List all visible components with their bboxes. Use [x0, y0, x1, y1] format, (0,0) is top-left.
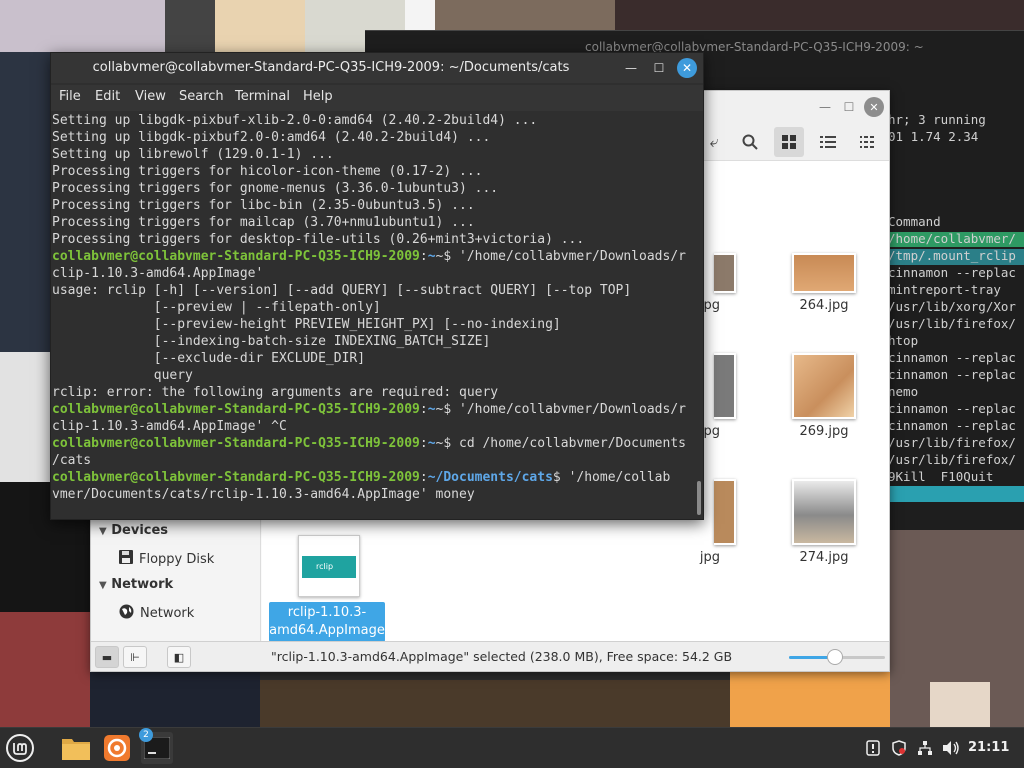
- terminal-output[interactable]: Setting up libgdk-pixbuf-xlib-2.0-0:amd6…: [51, 111, 691, 519]
- sidebar-section-network[interactable]: ▼ Network: [99, 577, 173, 592]
- minimize-icon[interactable]: —: [621, 58, 641, 78]
- terminal-titlebar[interactable]: collabvmer@collabvmer-Standard-PC-Q35-IC…: [51, 53, 703, 83]
- sidebar-item-label: Floppy Disk: [139, 551, 215, 567]
- shield-icon[interactable]: [891, 740, 907, 759]
- file-label[interactable]: jpg: [660, 550, 720, 565]
- menu-logo-icon[interactable]: [4, 732, 36, 764]
- close-icon[interactable]: ✕: [864, 97, 884, 117]
- hide-sidebar-icon[interactable]: ◧: [167, 646, 191, 668]
- rclip-logo-icon: rclip: [302, 556, 356, 578]
- list-view-icon[interactable]: [813, 127, 843, 157]
- file-label-line: amd64.AppImage: [269, 623, 385, 638]
- file-label[interactable]: 274.jpg: [774, 550, 874, 565]
- maximize-icon[interactable]: ☐: [649, 58, 669, 78]
- sidebar-section-label: Network: [111, 577, 174, 592]
- minimize-icon[interactable]: —: [815, 97, 835, 117]
- image-thumbnail[interactable]: [714, 353, 736, 419]
- volume-icon[interactable]: [942, 740, 960, 759]
- wallpaper-tile: [930, 682, 990, 727]
- terminal-app-icon[interactable]: 2: [139, 728, 173, 764]
- show-places-icon[interactable]: ▬: [95, 646, 119, 668]
- chevron-down-icon: ▼: [99, 580, 107, 591]
- menu-help[interactable]: Help: [303, 89, 333, 104]
- wallpaper-tile: [435, 0, 615, 32]
- terminal-menubar: File Edit View Search Terminal Help: [51, 85, 703, 111]
- menu-terminal[interactable]: Terminal: [235, 89, 290, 104]
- appimage-file-icon[interactable]: rclip: [298, 535, 360, 597]
- sidebar-item-label: Network: [140, 606, 195, 621]
- status-text: "rclip-1.10.3-amd64.AppImage" selected (…: [271, 649, 733, 664]
- file-label[interactable]: 264.jpg: [774, 298, 874, 313]
- show-treeview-icon[interactable]: ⊩: [123, 646, 147, 668]
- wallpaper-tile: [260, 680, 730, 727]
- selected-file-label[interactable]: rclip-1.10.3- amd64.AppImage: [269, 602, 385, 642]
- file-label[interactable]: 269.jpg: [774, 424, 874, 439]
- sidebar-section-label: Devices: [111, 523, 169, 538]
- terminal-window[interactable]: collabvmer@collabvmer-Standard-PC-Q35-IC…: [50, 52, 704, 520]
- terminal-scrollbar[interactable]: [697, 481, 701, 515]
- sidebar-section-devices[interactable]: ▼ Devices: [99, 523, 168, 538]
- globe-icon: [119, 604, 134, 623]
- files-folder-icon[interactable]: [60, 732, 92, 764]
- compact-view-icon[interactable]: [852, 127, 882, 157]
- sidebar-item-network[interactable]: Network: [119, 604, 194, 623]
- wallpaper-tile: [0, 52, 50, 352]
- firefox-icon[interactable]: [101, 732, 133, 764]
- network-icon[interactable]: [917, 740, 933, 759]
- close-icon[interactable]: ✕: [677, 58, 697, 78]
- search-icon[interactable]: [735, 127, 765, 157]
- background-terminal-output: hr; 3 running 01 1.74 2.34 Command /home…: [888, 112, 1016, 484]
- status-bar: ▬ ⊩ ◧ "rclip-1.10.3-amd64.AppImage" sele…: [91, 641, 889, 671]
- update-manager-icon[interactable]: [866, 740, 880, 759]
- menu-search[interactable]: Search: [179, 89, 224, 104]
- image-thumbnail-264[interactable]: [792, 253, 856, 293]
- floppy-disk-icon: [119, 550, 133, 568]
- menu-file[interactable]: File: [59, 89, 81, 104]
- taskbar: 2 21:11: [0, 727, 1024, 768]
- chevron-down-icon: ▼: [99, 526, 107, 537]
- image-thumbnail-274[interactable]: [792, 479, 856, 545]
- wallpaper-tile: [165, 0, 215, 52]
- wallpaper-tile: [730, 672, 890, 727]
- icon-view-icon[interactable]: [774, 127, 804, 157]
- wallpaper-tile: [615, 0, 1024, 32]
- menu-view[interactable]: View: [135, 89, 166, 104]
- wallpaper-tile: [0, 352, 50, 482]
- file-label-line: rclip-1.10.3-: [287, 605, 367, 620]
- wallpaper-tile: [215, 0, 305, 52]
- clock[interactable]: 21:11: [968, 740, 1009, 755]
- sidebar-item-floppy-disk[interactable]: Floppy Disk: [119, 550, 214, 568]
- maximize-icon[interactable]: ☐: [839, 97, 859, 117]
- window-count-badge: 2: [139, 728, 153, 742]
- image-thumbnail-269[interactable]: [792, 353, 856, 419]
- image-thumbnail[interactable]: [714, 253, 736, 293]
- wallpaper-tile: [90, 672, 260, 727]
- terminal-title: collabvmer@collabvmer-Standard-PC-Q35-IC…: [92, 60, 570, 75]
- wallpaper-tile: [0, 612, 90, 727]
- zoom-slider[interactable]: [789, 649, 885, 665]
- htop-footer-bar: [885, 486, 1024, 502]
- terminal-text: Setting up libgdk-pixbuf-xlib-2.0-0:amd6…: [52, 113, 686, 502]
- menu-edit[interactable]: Edit: [95, 89, 120, 104]
- image-thumbnail[interactable]: [714, 479, 736, 545]
- zoom-slider-handle[interactable]: [827, 649, 844, 665]
